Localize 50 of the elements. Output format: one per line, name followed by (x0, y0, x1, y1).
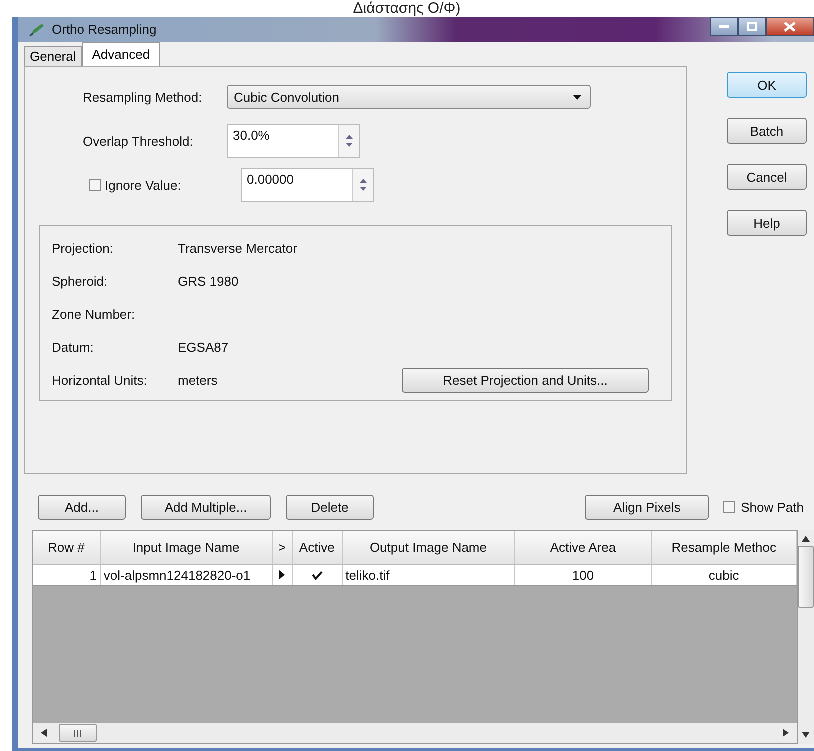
scroll-down-icon[interactable] (802, 732, 810, 738)
window-title: Ortho Resampling (52, 22, 157, 37)
scroll-up-icon[interactable] (802, 536, 810, 542)
info-value: GRS 1980 (178, 274, 239, 289)
caption-text: Διάστασης Ο/Φ) (352, 0, 462, 17)
table-cell: cubic (652, 565, 797, 585)
table-cell: teliko.tif (342, 565, 516, 585)
minimize-icon (719, 24, 729, 28)
field-label: Resampling Method: (83, 90, 202, 104)
maximize-button[interactable] (738, 17, 766, 36)
horizontal-scrollbar[interactable] (33, 723, 797, 743)
dropdown[interactable]: Cubic Convolution (227, 85, 591, 109)
scroll-thumb[interactable] (798, 546, 814, 608)
reset-projection-button[interactable]: Reset Projection and Units... (402, 368, 649, 393)
dialog-button[interactable]: Batch (727, 118, 807, 144)
dialog-button[interactable]: OK (727, 72, 807, 98)
dialog-button[interactable]: Help (727, 210, 807, 236)
field-label: Overlap Threshold: (83, 134, 194, 148)
tab[interactable]: Advanced (82, 42, 160, 66)
field-label: Ignore Value: (105, 178, 182, 192)
checkbox[interactable] (723, 501, 736, 513)
table-cell: 100 (515, 565, 652, 585)
dialog-button[interactable]: Cancel (727, 164, 807, 190)
list-button[interactable]: Add Multiple... (141, 494, 271, 520)
pen-icon (28, 22, 46, 38)
info-label: Datum: (52, 340, 95, 355)
scroll-thumb[interactable] (59, 724, 97, 742)
info-value: meters (178, 373, 218, 388)
scroll-left-icon[interactable] (41, 729, 47, 737)
minimize-button[interactable] (710, 17, 738, 36)
maximize-icon (747, 22, 757, 31)
info-value: EGSA87 (178, 340, 229, 355)
checkbox-label: Show Path (741, 500, 804, 514)
info-label: Zone Number: (52, 307, 136, 322)
list-button[interactable]: Delete (286, 494, 374, 520)
close-icon (784, 22, 796, 32)
table-cell: 1 (33, 565, 101, 585)
tab[interactable]: General (24, 46, 82, 66)
scroll-right-icon[interactable] (783, 729, 789, 737)
table-cell: vol-alpsmn124182820-o1 (100, 565, 273, 585)
checkbox[interactable] (89, 179, 101, 191)
caret-icon (573, 94, 582, 100)
info-label: Projection: (52, 241, 114, 256)
align-pixels-button[interactable]: Align Pixels (585, 494, 710, 520)
info-label: Horizontal Units: (52, 373, 148, 388)
vertical-scrollbar[interactable] (798, 530, 814, 744)
list-button[interactable]: Add... (38, 494, 126, 520)
info-value: Transverse Mercator (178, 241, 298, 256)
close-button[interactable] (766, 17, 814, 36)
info-label: Spheroid: (52, 274, 109, 289)
